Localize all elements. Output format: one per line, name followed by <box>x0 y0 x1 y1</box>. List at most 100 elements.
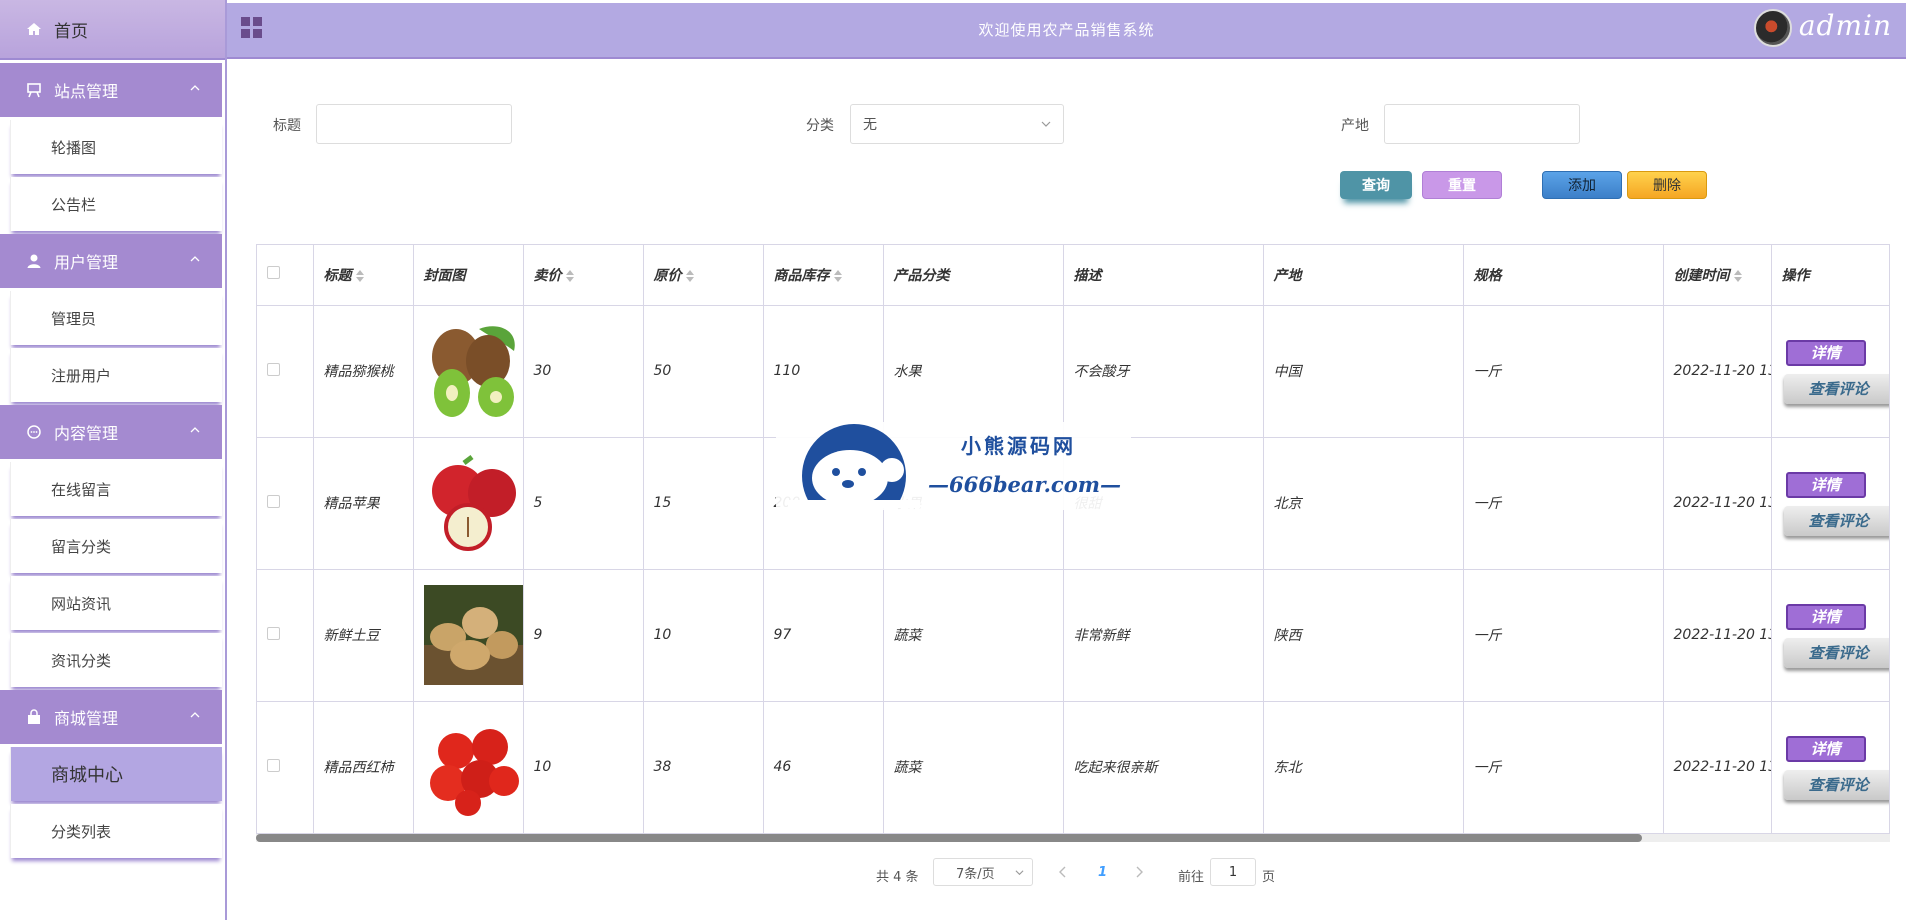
sidebar-item-registered-users[interactable]: 注册用户 <box>10 348 222 402</box>
detail-button[interactable]: 详情 <box>1785 735 1866 762</box>
cell-description: 不会酸牙 <box>1063 305 1264 438</box>
page-jump-input[interactable]: 1 <box>1210 858 1256 886</box>
sidebar-item-label: 留言分类 <box>51 537 112 556</box>
avatar[interactable] <box>1754 9 1792 47</box>
sidebar-item-news[interactable]: 网站资讯 <box>10 576 222 630</box>
view-reviews-button[interactable]: 查看评论 <box>1783 373 1889 404</box>
user-icon <box>27 254 41 268</box>
cell-title: 精品苹果 <box>313 437 414 570</box>
sidebar-group-shop[interactable]: 商城管理 <box>0 690 222 744</box>
cell-spec: 一斤 <box>1463 569 1664 702</box>
detail-button[interactable]: 详情 <box>1785 339 1866 366</box>
sidebar-group-label: 商城管理 <box>54 709 119 728</box>
col-stock-label: 商品库存 <box>773 267 830 284</box>
detail-button[interactable]: 详情 <box>1785 603 1866 630</box>
cell-stock: 46 <box>763 701 884 833</box>
col-price[interactable]: 卖价 <box>523 245 644 306</box>
col-origin: 产地 <box>1263 245 1464 306</box>
view-reviews-button[interactable]: 查看评论 <box>1783 505 1889 536</box>
username[interactable]: admin <box>1799 9 1892 42</box>
kiwi-image <box>423 321 522 421</box>
cell-actions: 详情 查看评论 <box>1771 305 1889 438</box>
sort-icon[interactable] <box>1733 269 1742 282</box>
chat-icon <box>27 425 41 439</box>
sidebar-item-label: 资讯分类 <box>51 651 112 670</box>
delete-button[interactable]: 删除 <box>1627 171 1707 199</box>
reset-button[interactable]: 重置 <box>1422 171 1502 199</box>
apple-image <box>423 453 522 553</box>
sidebar-item-notice[interactable]: 公告栏 <box>10 177 222 231</box>
cell-original-price: 10 <box>643 569 764 702</box>
page-size-select[interactable]: 7条/页 <box>933 858 1033 886</box>
sidebar-item-label: 公告栏 <box>51 195 97 214</box>
col-title-label: 标题 <box>323 267 352 284</box>
row-select-cell[interactable] <box>257 569 314 702</box>
row-checkbox[interactable] <box>267 494 280 508</box>
current-page[interactable]: 1 <box>1098 865 1107 880</box>
col-description: 描述 <box>1063 245 1264 306</box>
row-checkbox[interactable] <box>267 362 280 376</box>
sidebar-group-users[interactable]: 用户管理 <box>0 234 222 288</box>
top-header: 欢迎使用农产品销售系统 admin <box>227 3 1906 59</box>
chevron-down-icon <box>1041 121 1051 127</box>
cell-price: 30 <box>523 305 644 438</box>
col-original-price[interactable]: 原价 <box>643 245 764 306</box>
sidebar-item-carousel[interactable]: 轮播图 <box>10 120 222 174</box>
row-select-cell[interactable] <box>257 701 314 833</box>
sidebar-group-content[interactable]: 内容管理 <box>0 405 222 459</box>
sidebar-item-label: 分类列表 <box>51 822 112 841</box>
row-select-cell[interactable] <box>257 305 314 438</box>
chevron-down-icon <box>1015 870 1024 876</box>
detail-button[interactable]: 详情 <box>1785 471 1866 498</box>
scrollbar-thumb[interactable] <box>256 834 1642 842</box>
origin-label: 产地 <box>1341 118 1369 134</box>
col-stock[interactable]: 商品库存 <box>763 245 884 306</box>
category-select-value: 无 <box>863 117 877 133</box>
sort-icon[interactable] <box>685 269 694 282</box>
next-page-icon[interactable] <box>1134 866 1144 878</box>
select-all-checkbox[interactable] <box>267 266 280 280</box>
cell-cover <box>413 701 524 833</box>
product-table: 标题 封面图 卖价 原价 商品库存 产品分类 描述 产地 规格 创建时间 操作 <box>256 244 1890 834</box>
origin-input[interactable] <box>1384 104 1580 144</box>
row-checkbox[interactable] <box>267 758 280 772</box>
row-select-cell[interactable] <box>257 437 314 570</box>
tomato-image <box>423 717 522 817</box>
sidebar-item-admins[interactable]: 管理员 <box>10 291 222 345</box>
col-category: 产品分类 <box>883 245 1064 306</box>
title-input[interactable] <box>316 104 512 144</box>
view-reviews-button[interactable]: 查看评论 <box>1783 769 1889 800</box>
sidebar-group-site[interactable]: 站点管理 <box>0 63 222 117</box>
col-created[interactable]: 创建时间 <box>1663 245 1772 306</box>
sort-icon[interactable] <box>833 269 842 282</box>
sidebar-item-category-list[interactable]: 分类列表 <box>10 804 222 858</box>
watermark-title: 小熊源码网 <box>961 434 1076 458</box>
cell-created: 2022-11-20 13:0 <box>1663 569 1772 702</box>
sidebar-home[interactable]: 首页 <box>0 0 225 60</box>
col-title[interactable]: 标题 <box>313 245 414 306</box>
prev-page-icon[interactable] <box>1058 866 1068 878</box>
sidebar-group-label: 站点管理 <box>54 82 119 101</box>
sort-icon[interactable] <box>355 269 364 282</box>
sidebar-item-label: 管理员 <box>51 309 97 328</box>
sidebar-item-shop-center[interactable]: 商城中心 <box>10 747 222 801</box>
col-actions: 操作 <box>1771 245 1889 306</box>
view-reviews-button[interactable]: 查看评论 <box>1783 637 1889 668</box>
table-horizontal-scrollbar[interactable] <box>256 834 1890 842</box>
sort-icon[interactable] <box>565 269 574 282</box>
cell-original-price: 38 <box>643 701 764 833</box>
cell-cover <box>413 569 524 702</box>
query-button[interactable]: 查询 <box>1340 171 1412 199</box>
chevron-up-icon <box>190 256 200 262</box>
chevron-up-icon <box>190 427 200 433</box>
add-button[interactable]: 添加 <box>1542 171 1622 199</box>
sidebar-item-messages[interactable]: 在线留言 <box>10 462 222 516</box>
category-select[interactable]: 无 <box>850 104 1064 144</box>
sidebar-item-news-categories[interactable]: 资讯分类 <box>10 633 222 687</box>
row-checkbox[interactable] <box>267 626 280 640</box>
cell-cover <box>413 305 524 438</box>
sidebar-item-message-categories[interactable]: 留言分类 <box>10 519 222 573</box>
select-all-cell[interactable] <box>257 245 314 306</box>
pager-total: 共 4 条 <box>876 870 919 885</box>
app-root: 首页 站点管理 轮播图 公告栏 用户管理 管理员 注册用户 内容管理 在线留言 … <box>0 0 1906 920</box>
